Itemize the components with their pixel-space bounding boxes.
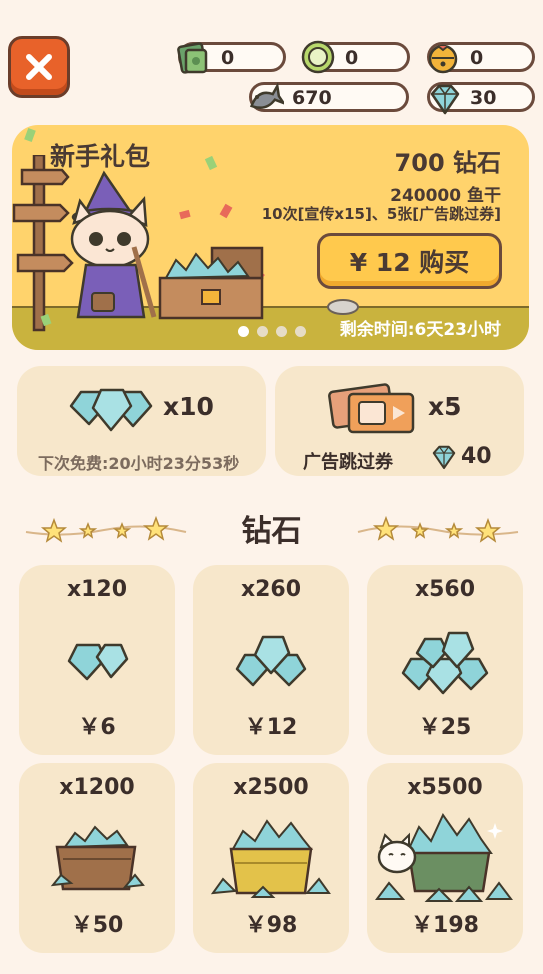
diamond-item-260[interactable]: x260 ￥12 xyxy=(193,565,349,755)
free-diamond-pack[interactable]: x10 下次免费:20小时23分53秒 xyxy=(17,366,266,476)
coin-value: 0 xyxy=(345,47,359,69)
diamond-gold-basket-icon xyxy=(210,819,331,898)
diamond-item-amount: x120 xyxy=(66,577,128,602)
diamond-item-5500[interactable]: x5500 ￥198 xyxy=(367,763,523,953)
diamond-item-price: ￥6 xyxy=(78,715,116,740)
diamond-item-price: ￥12 xyxy=(244,715,298,740)
coin-icon xyxy=(301,40,335,74)
free-pack-timer: 下次免费:20小时23分53秒 xyxy=(38,454,240,473)
diamond-item-1200[interactable]: x1200 ￥50 xyxy=(19,763,175,953)
diamond-basket-icon xyxy=(50,825,145,891)
diamond-item-price: ￥25 xyxy=(418,715,472,740)
close-button[interactable] xyxy=(8,36,70,98)
diamond-item-amount: x5500 xyxy=(407,775,483,800)
ad-skip-count: x5 xyxy=(428,392,462,421)
rock-decoration xyxy=(327,299,359,315)
treasure-chest-illustration xyxy=(158,246,264,320)
ad-skip-ticket-icon xyxy=(328,383,415,434)
diamond-item-amount: x560 xyxy=(414,577,476,602)
coin-counter[interactable]: 0 xyxy=(301,40,410,74)
page-dot-4[interactable] xyxy=(295,326,306,337)
diamond-item-120[interactable]: x120 ￥6 xyxy=(19,565,175,755)
diamond-pile-icon xyxy=(401,631,489,695)
bell-counter[interactable]: 0 xyxy=(427,42,535,74)
page-dot-2[interactable] xyxy=(257,326,268,337)
diamond-counter[interactable]: 30 xyxy=(427,82,535,115)
diamond-item-price: ￥50 xyxy=(70,913,124,938)
diamond-value: 30 xyxy=(470,87,497,109)
diamond-item-amount: x2500 xyxy=(233,775,309,800)
remaining-time: 剩余时间:6天23小时 xyxy=(339,320,501,340)
diamond-item-price: ￥98 xyxy=(244,913,298,938)
diamond-item-amount: x260 xyxy=(240,577,302,602)
ad-skip-cost: 40 xyxy=(461,444,492,469)
ad-skip-label: 广告跳过券 xyxy=(303,452,393,473)
cash-icon xyxy=(177,42,208,74)
diamond-treasure-cat-icon xyxy=(375,813,513,902)
small-diamond-icon xyxy=(67,643,129,681)
diamond-item-amount: x1200 xyxy=(59,775,135,800)
free-pack-count: x10 xyxy=(163,392,214,421)
buy-button[interactable]: ¥ 12 购买 xyxy=(317,233,502,289)
diamond-item-560[interactable]: x560 ￥25 xyxy=(367,565,523,755)
starter-pack-banner[interactable]: 新手礼包 700 钻石 240000 鱼干 10次[宣传x15]、5张[广告跳过… xyxy=(12,125,529,350)
fish-icon xyxy=(249,82,284,109)
banner-bonus-text: 10次[宣传x15]、5张[广告跳过券] xyxy=(261,205,501,223)
diamond-item-price: ￥198 xyxy=(411,913,479,938)
diamond-cluster-icon xyxy=(235,635,307,687)
diamond-icon xyxy=(432,445,456,470)
close-icon xyxy=(26,54,52,80)
diamond-item-2500[interactable]: x2500 ￥98 xyxy=(193,763,349,953)
page-dot-3[interactable] xyxy=(276,326,287,337)
fish-value: 670 xyxy=(292,87,332,109)
ad-skip-ticket-pack[interactable]: x5 广告跳过券 40 xyxy=(275,366,524,476)
diamond-pile-icon xyxy=(69,388,153,432)
star-garland-right xyxy=(357,515,519,543)
diamond-icon xyxy=(430,84,460,115)
bell-icon xyxy=(428,44,458,74)
page-dot-1[interactable] xyxy=(238,326,249,337)
banner-title: 新手礼包 xyxy=(50,142,151,171)
cash-counter[interactable]: 0 xyxy=(177,42,286,74)
fish-counter[interactable]: 670 xyxy=(249,82,409,112)
bell-value: 0 xyxy=(470,47,484,69)
page-indicator[interactable] xyxy=(238,326,306,337)
banner-diamond-amount: 700 钻石 xyxy=(394,149,501,177)
cash-value: 0 xyxy=(221,47,235,69)
